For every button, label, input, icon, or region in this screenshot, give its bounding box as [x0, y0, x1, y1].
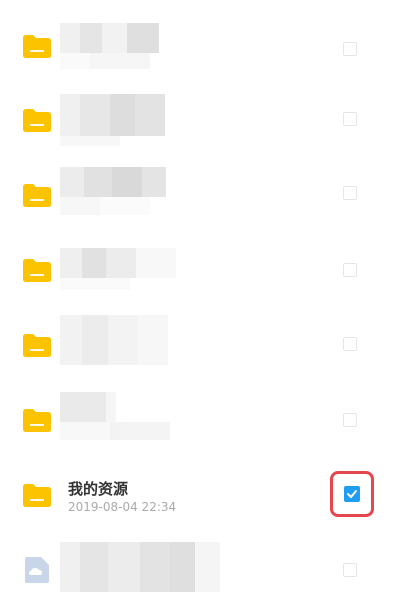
- blurred-filename: [60, 542, 220, 592]
- blurred-filename: [60, 94, 165, 136]
- checkbox[interactable]: [343, 42, 357, 56]
- list-item[interactable]: [0, 80, 400, 155]
- checkbox-checked[interactable]: [344, 486, 360, 502]
- list-item[interactable]: [0, 5, 400, 80]
- checkbox[interactable]: [343, 263, 357, 277]
- blurred-timestamp: [60, 278, 130, 290]
- folder-icon: [22, 182, 52, 208]
- checkbox[interactable]: [343, 186, 357, 200]
- blurred-filename: [60, 315, 168, 365]
- list-item[interactable]: [0, 155, 400, 230]
- list-item[interactable]: [0, 305, 400, 380]
- blurred-filename: [60, 23, 159, 53]
- checkbox[interactable]: [343, 337, 357, 351]
- folder-icon: [22, 33, 52, 59]
- checkbox[interactable]: [343, 563, 357, 577]
- blurred-filename: [60, 392, 116, 422]
- blurred-timestamp: [60, 53, 150, 69]
- folder-name: 我的资源: [68, 480, 129, 498]
- checkbox[interactable]: [343, 413, 357, 427]
- blurred-filename: [60, 248, 176, 278]
- folder-icon: [22, 107, 52, 133]
- blurred-filename: [60, 167, 166, 197]
- cloud-icon: [22, 556, 52, 584]
- blurred-timestamp: [60, 197, 150, 215]
- list-item[interactable]: [0, 380, 400, 455]
- folder-icon: [22, 332, 52, 358]
- folder-icon: [22, 407, 52, 433]
- folder-icon: [22, 257, 52, 283]
- blurred-timestamp: [60, 136, 120, 146]
- list-item[interactable]: [0, 230, 400, 305]
- folder-timestamp: 2019-08-04 22:34: [68, 500, 177, 514]
- checkbox[interactable]: [343, 112, 357, 126]
- file-list: 我的资源 2019-08-04 22:34: [0, 0, 400, 611]
- blurred-timestamp: [60, 422, 170, 440]
- checkbox-highlight[interactable]: [330, 471, 374, 517]
- folder-icon: [22, 482, 52, 508]
- list-item[interactable]: [0, 530, 400, 605]
- checkmark-icon: [347, 490, 357, 498]
